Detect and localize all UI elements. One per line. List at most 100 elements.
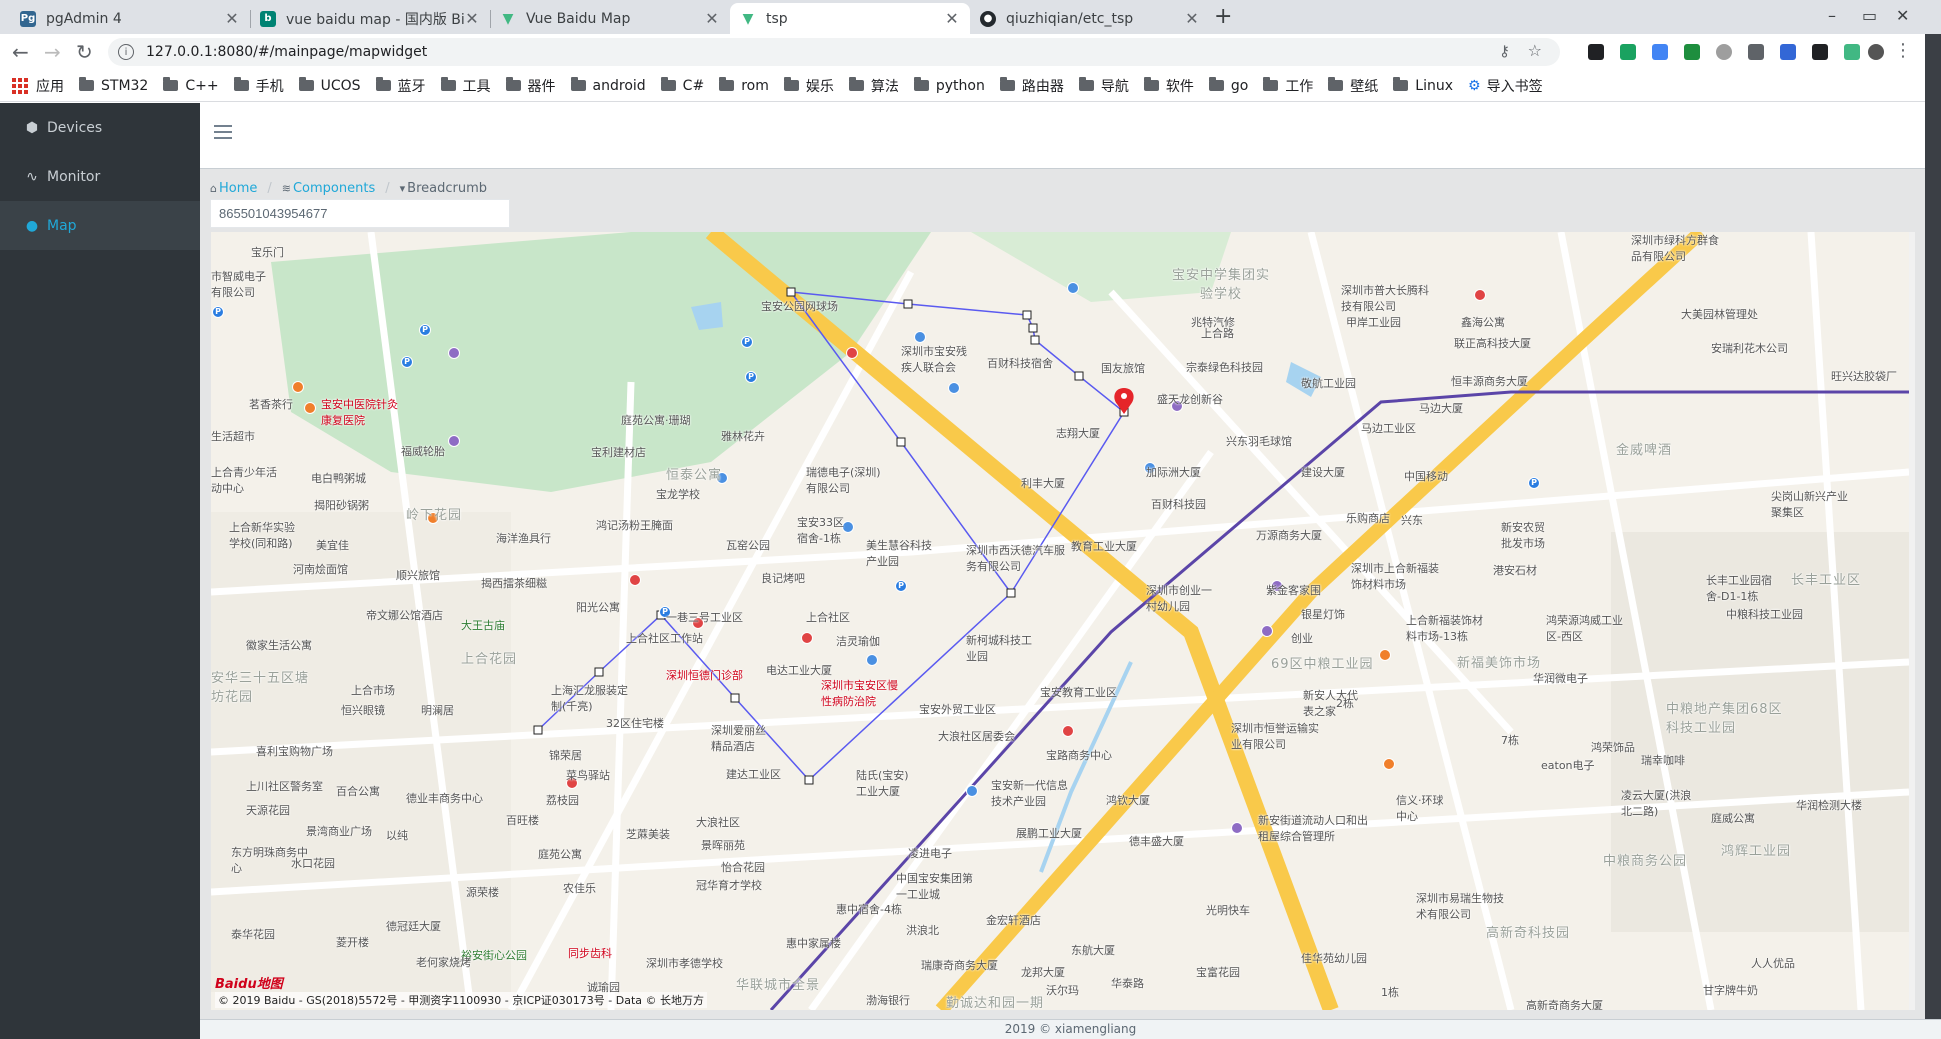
home-icon: ⌂ — [210, 182, 217, 195]
tab-pgadmin[interactable]: Pg pgAdmin 4 ✕ — [10, 3, 250, 34]
new-tab-button[interactable]: + — [1214, 4, 1232, 29]
device-id-input[interactable] — [210, 199, 510, 228]
tab-title: pgAdmin 4 — [46, 10, 122, 27]
parking-icon[interactable]: P — [1528, 477, 1540, 489]
tab-github[interactable]: ● qiuzhiqian/etc_tsp ✕ — [970, 3, 1210, 34]
poi-marker[interactable] — [966, 785, 978, 797]
tab-tsp[interactable]: ▼ tsp ✕ — [730, 3, 970, 34]
extension-icon[interactable] — [1588, 44, 1604, 60]
close-icon[interactable]: ✕ — [464, 9, 480, 28]
bookmark-folder[interactable]: Linux — [1393, 77, 1453, 94]
breadcrumb-components[interactable]: Components — [293, 181, 375, 196]
bookmark-folder[interactable]: 娱乐 — [783, 76, 834, 96]
parking-icon[interactable]: P — [419, 324, 431, 336]
bookmark-folder[interactable]: 软件 — [1143, 76, 1194, 96]
parking-icon[interactable]: P — [741, 336, 753, 348]
tab-bing[interactable]: b vue baidu map - 国内版 Bing ✕ — [250, 3, 490, 34]
sidebar-item-map[interactable]: ● Map — [0, 201, 200, 250]
folder-icon — [913, 77, 929, 91]
close-window-icon[interactable]: ✕ — [1896, 6, 1909, 25]
info-icon[interactable]: i — [118, 44, 134, 60]
poi-marker[interactable] — [866, 654, 878, 666]
bookmark-folder[interactable]: python — [913, 77, 985, 94]
extension-icon[interactable] — [1716, 44, 1732, 60]
menu-icon[interactable]: ⋮ — [1894, 40, 1912, 61]
restore-icon[interactable]: ▭ — [1862, 6, 1877, 25]
folder-icon — [1393, 77, 1409, 91]
close-icon[interactable]: ✕ — [224, 9, 240, 28]
bookmark-folder[interactable]: 工作 — [1263, 76, 1313, 96]
poi-marker[interactable] — [1062, 725, 1074, 737]
qr-icon[interactable] — [1812, 44, 1828, 60]
bookmark-folder[interactable]: C# — [660, 77, 704, 94]
star-icon[interactable]: ☆ — [1528, 41, 1542, 60]
poi-marker[interactable] — [448, 347, 460, 359]
github-icon: ● — [980, 10, 996, 27]
parking-icon[interactable]: P — [212, 306, 224, 318]
bookmark-folder[interactable]: C++ — [163, 77, 219, 94]
poi-marker[interactable] — [846, 347, 858, 359]
bookmark-folder[interactable]: 壁纸 — [1328, 76, 1378, 96]
poi-marker[interactable] — [629, 574, 641, 586]
bookmark-folder[interactable]: 工具 — [440, 76, 491, 96]
baidu-map[interactable]: P P P P P P P P 宝乐门 市智威电子有限公司 宝安公园网球场 深圳… — [211, 232, 1909, 1010]
extension-icon[interactable] — [1780, 44, 1796, 60]
bookmark-folder[interactable]: 路由器 — [999, 76, 1064, 96]
extension-icon[interactable] — [1748, 44, 1764, 60]
scrollbar[interactable] — [1909, 232, 1915, 1010]
bookmark-folder[interactable]: 导航 — [1078, 76, 1129, 96]
poi-marker[interactable] — [292, 381, 304, 393]
close-icon[interactable]: ✕ — [704, 9, 720, 28]
breadcrumb-home[interactable]: Home — [219, 181, 257, 196]
bookmark-folder[interactable]: go — [1208, 77, 1248, 94]
back-icon[interactable]: ← — [12, 40, 29, 64]
bookmark-folder[interactable]: 手机 — [233, 76, 284, 96]
poi-marker[interactable] — [1231, 822, 1243, 834]
sidebar: ⬢ Devices ∿ Monitor ● Map — [0, 103, 200, 1039]
poi-marker[interactable] — [448, 435, 460, 447]
poi-marker[interactable] — [801, 632, 813, 644]
poi-marker[interactable] — [948, 382, 960, 394]
sidebar-item-label: Map — [47, 217, 77, 234]
poi-marker[interactable] — [1067, 282, 1079, 294]
hamburger-menu-icon[interactable] — [214, 125, 232, 139]
folder-icon — [233, 77, 249, 91]
shield-icon[interactable] — [1620, 44, 1636, 60]
bookmark-apps[interactable]: 应用 — [12, 76, 64, 96]
minimize-icon[interactable]: – — [1828, 6, 1836, 25]
poi-marker[interactable] — [1383, 758, 1395, 770]
poi-marker[interactable] — [914, 331, 926, 343]
folder-icon — [375, 77, 391, 91]
poi-marker[interactable] — [1474, 289, 1486, 301]
bookmark-folder[interactable]: rom — [719, 77, 769, 94]
sidebar-item-monitor[interactable]: ∿ Monitor — [0, 152, 200, 201]
bookmark-folder[interactable]: android — [570, 77, 646, 94]
poi-marker[interactable] — [1261, 625, 1273, 637]
bookmark-folder[interactable]: 算法 — [848, 76, 899, 96]
extension-icon[interactable] — [1652, 44, 1668, 60]
vue-icon: ▼ — [502, 10, 514, 27]
parking-icon[interactable]: P — [401, 356, 413, 368]
address-bar[interactable]: i 127.0.0.1:8080/#/mainpage/mapwidget ⚷ … — [108, 38, 1560, 66]
parking-icon[interactable]: P — [895, 580, 907, 592]
extension-icon[interactable] — [1684, 44, 1700, 60]
close-icon[interactable]: ✕ — [1184, 9, 1200, 28]
poi-marker[interactable] — [304, 402, 316, 414]
bookmark-folder[interactable]: STM32 — [79, 77, 148, 94]
bookmark-import[interactable]: ⚙ 导入书签 — [1468, 76, 1543, 96]
bookmark-folder[interactable]: UCOS — [298, 77, 361, 94]
poi-marker[interactable] — [1379, 649, 1391, 661]
reload-icon[interactable]: ↻ — [76, 40, 93, 64]
vue-devtools-icon[interactable] — [1844, 44, 1860, 60]
forward-icon[interactable]: → — [44, 40, 61, 64]
tab-vue-baidu-map[interactable]: ▼ Vue Baidu Map ✕ — [490, 3, 730, 34]
key-icon[interactable]: ⚷ — [1499, 42, 1510, 60]
close-icon[interactable]: ✕ — [944, 9, 960, 28]
bookmark-folder[interactable]: 蓝牙 — [375, 76, 426, 96]
tab-title: qiuzhiqian/etc_tsp — [1006, 10, 1134, 27]
sidebar-item-devices[interactable]: ⬢ Devices — [0, 103, 200, 152]
pgadmin-icon: Pg — [20, 10, 36, 27]
bookmark-folder[interactable]: 器件 — [505, 76, 556, 96]
profile-icon[interactable] — [1868, 44, 1884, 60]
parking-icon[interactable]: P — [745, 371, 757, 383]
